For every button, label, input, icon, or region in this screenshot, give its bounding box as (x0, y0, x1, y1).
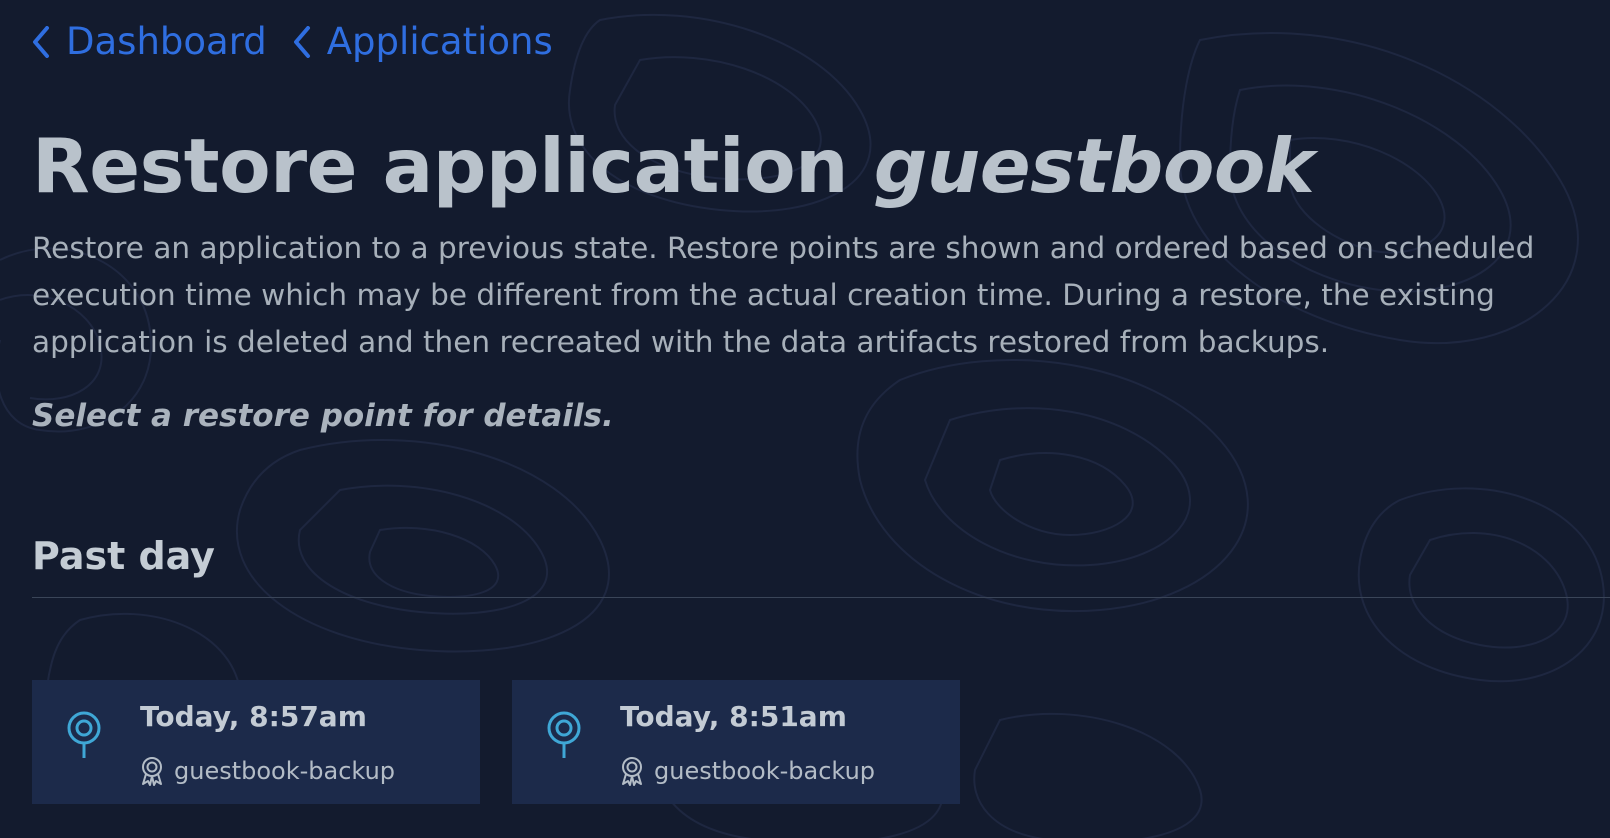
restore-point-policy: guestbook-backup (620, 756, 875, 786)
location-pin-icon (67, 711, 101, 758)
page-title: Restore application guestbook (32, 122, 1315, 210)
restore-point-card[interactable]: Today, 8:51am guestbook-backup (512, 680, 960, 804)
restore-point-policy-label: guestbook-backup (654, 757, 876, 785)
restore-application-page: Dashboard Applications Restore applicati… (0, 0, 1610, 838)
restore-point-time: Today, 8:57am (140, 700, 367, 733)
award-ribbon-icon (622, 757, 642, 786)
chevron-left-icon (293, 26, 310, 58)
restore-points-list: Today, 8:57am guestbook-backup Today, 8:… (32, 680, 960, 804)
chevron-left-icon (33, 26, 49, 58)
select-hint: Select a restore point for details. (32, 398, 614, 434)
restore-point-card[interactable]: Today, 8:57am guestbook-backup (32, 680, 480, 804)
breadcrumb-link-applications[interactable]: Applications (293, 18, 553, 66)
section-title-past-day: Past day (32, 534, 215, 578)
page-title-app-name: guestbook (873, 122, 1315, 210)
location-pin-icon (547, 711, 581, 758)
award-ribbon-icon (142, 757, 162, 786)
restore-point-time: Today, 8:51am (620, 700, 847, 733)
page-description: Restore an application to a previous sta… (32, 231, 1535, 359)
restore-point-policy-label: guestbook-backup (174, 757, 396, 785)
section-divider (32, 597, 1610, 598)
page-title-prefix: Restore application (32, 122, 849, 210)
breadcrumb: Dashboard Applications (32, 18, 553, 66)
breadcrumb-label: Applications (326, 20, 553, 63)
breadcrumb-link-dashboard[interactable]: Dashboard (32, 18, 267, 66)
breadcrumb-label: Dashboard (66, 20, 267, 63)
restore-point-policy: guestbook-backup (140, 756, 395, 786)
